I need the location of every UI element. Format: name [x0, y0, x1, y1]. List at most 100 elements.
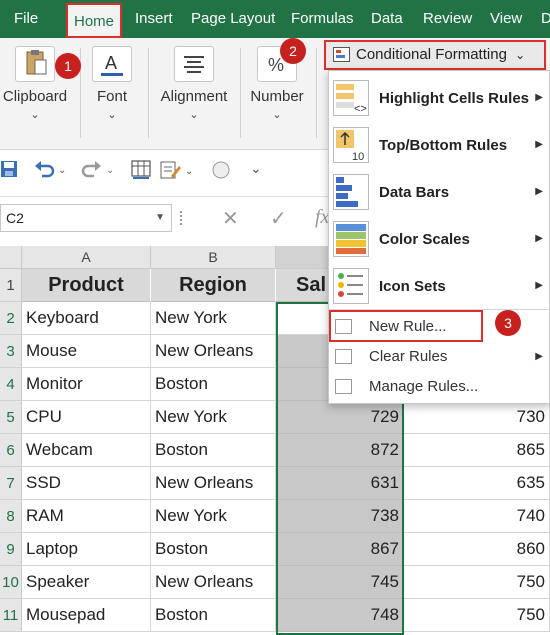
cell-region[interactable]: New York: [151, 302, 276, 335]
name-box[interactable]: C2 ▼: [0, 204, 172, 232]
menu-more[interactable]: D: [541, 0, 550, 38]
menu-label: Manage Rules...: [369, 378, 479, 395]
row-header-7[interactable]: 7: [0, 467, 22, 500]
menu-home[interactable]: Home: [66, 3, 123, 38]
row-header-11[interactable]: 11: [0, 599, 22, 632]
svg-text:<>: <>: [354, 103, 367, 115]
alignment-icon: [174, 46, 214, 82]
font-group[interactable]: A Font ⌄: [84, 38, 140, 150]
cell-value[interactable]: 865: [404, 434, 550, 467]
svg-text:⌄: ⌄: [106, 165, 114, 176]
submenu-arrow-icon: ▶: [535, 351, 543, 362]
cell-sales[interactable]: 867: [276, 533, 404, 566]
menu-label: Color Scales: [379, 231, 470, 248]
row-header-4[interactable]: 4: [0, 368, 22, 401]
row-header-3[interactable]: 3: [0, 335, 22, 368]
more-commands-icon[interactable]: ⌄: [250, 160, 262, 177]
menu-view[interactable]: View: [490, 0, 522, 38]
cell-product[interactable]: Laptop: [22, 533, 151, 566]
shape-icon[interactable]: [210, 160, 232, 186]
cell-product[interactable]: Keyboard: [22, 302, 151, 335]
cell-sales[interactable]: 748: [276, 599, 404, 632]
menu-clear-rules[interactable]: Clear Rules ▶: [329, 342, 550, 372]
cancel-icon[interactable]: ✕: [222, 206, 239, 231]
row-header-10[interactable]: 10: [0, 566, 22, 599]
cell-region[interactable]: New Orleans: [151, 566, 276, 599]
font-icon: A: [92, 46, 132, 82]
cell-product[interactable]: Mousepad: [22, 599, 151, 632]
cell-value[interactable]: 860: [404, 533, 550, 566]
row-header-2[interactable]: 2: [0, 302, 22, 335]
cell-product[interactable]: Monitor: [22, 368, 151, 401]
font-label: Font: [96, 88, 127, 105]
menu-formulas[interactable]: Formulas: [291, 0, 354, 38]
conditional-formatting-icon: [333, 47, 350, 62]
cell-region[interactable]: Boston: [151, 599, 276, 632]
svg-text:A: A: [105, 53, 117, 73]
header-cell-product[interactable]: Product: [22, 269, 151, 302]
cell-value[interactable]: 750: [404, 599, 550, 632]
row-header-8[interactable]: 8: [0, 500, 22, 533]
menu-top-bottom-rules[interactable]: 10 Top/Bottom Rules ▶: [329, 122, 550, 169]
cell-value[interactable]: 740: [404, 500, 550, 533]
menu-data-bars[interactable]: Data Bars ▶: [329, 169, 550, 216]
save-icon[interactable]: [0, 160, 18, 184]
menu-file[interactable]: File: [14, 0, 38, 38]
cell-value[interactable]: 635: [404, 467, 550, 500]
conditional-formatting-label: Conditional Formatting: [356, 46, 507, 63]
cell-sales[interactable]: 738: [276, 500, 404, 533]
cell-value[interactable]: 750: [404, 566, 550, 599]
cell-sales[interactable]: 631: [276, 467, 404, 500]
menu-page-layout[interactable]: Page Layout: [191, 0, 275, 38]
header-cell-region[interactable]: Region: [151, 269, 276, 302]
select-all-corner[interactable]: [0, 246, 22, 269]
cell-region[interactable]: New Orleans: [151, 335, 276, 368]
conditional-formatting-menu: <> Highlight Cells Rules ▶ 10 Top/Bottom…: [328, 70, 550, 404]
menu-color-scales[interactable]: Color Scales ▶: [329, 216, 550, 263]
menu-review[interactable]: Review: [423, 0, 472, 38]
column-header-b[interactable]: B: [151, 246, 276, 269]
cell-region[interactable]: Boston: [151, 533, 276, 566]
row-header-1[interactable]: 1: [0, 269, 22, 302]
enter-icon[interactable]: ✓: [270, 206, 287, 231]
formula-bar-grip[interactable]: [180, 211, 183, 225]
svg-text:10: 10: [352, 151, 364, 162]
edit-form-icon[interactable]: ⌄: [160, 160, 194, 186]
menu-highlight-cells-rules[interactable]: <> Highlight Cells Rules ▶: [329, 75, 550, 122]
conditional-formatting-button[interactable]: Conditional Formatting ⌄: [324, 40, 546, 70]
redo-icon[interactable]: ⌄: [80, 160, 114, 184]
cell-region[interactable]: New York: [151, 500, 276, 533]
cell-region[interactable]: New Orleans: [151, 467, 276, 500]
svg-text:⌄: ⌄: [185, 166, 193, 177]
number-chevron-icon: ⌄: [272, 109, 282, 121]
cell-product[interactable]: Webcam: [22, 434, 151, 467]
menu-icon-sets[interactable]: Icon Sets ▶: [329, 263, 550, 310]
cell-product[interactable]: Mouse: [22, 335, 151, 368]
menu-insert[interactable]: Insert: [135, 0, 173, 38]
cell-sales[interactable]: 729: [276, 401, 404, 434]
cell-product[interactable]: SSD: [22, 467, 151, 500]
cell-sales[interactable]: 745: [276, 566, 404, 599]
number-label: Number: [250, 88, 304, 105]
cell-value[interactable]: 730: [404, 401, 550, 434]
cell-region[interactable]: Boston: [151, 368, 276, 401]
submenu-arrow-icon: ▶: [535, 186, 543, 197]
row-header-9[interactable]: 9: [0, 533, 22, 566]
menu-manage-rules[interactable]: Manage Rules...: [329, 372, 550, 402]
cell-region[interactable]: New York: [151, 401, 276, 434]
cell-region[interactable]: Boston: [151, 434, 276, 467]
row-header-5[interactable]: 5: [0, 401, 22, 434]
fit-columns-icon[interactable]: [130, 160, 152, 186]
cell-product[interactable]: Speaker: [22, 566, 151, 599]
chevron-down-icon: ⌄: [515, 48, 526, 62]
alignment-group[interactable]: Alignment ⌄: [152, 38, 236, 150]
icon-sets-icon: [333, 268, 369, 304]
column-header-a[interactable]: A: [22, 246, 151, 269]
undo-icon[interactable]: ⌄: [34, 160, 68, 184]
menu-data[interactable]: Data: [371, 0, 403, 38]
row-header-6[interactable]: 6: [0, 434, 22, 467]
clipboard-label: Clipboard: [2, 88, 68, 105]
cell-product[interactable]: CPU: [22, 401, 151, 434]
cell-product[interactable]: RAM: [22, 500, 151, 533]
cell-sales[interactable]: 872: [276, 434, 404, 467]
